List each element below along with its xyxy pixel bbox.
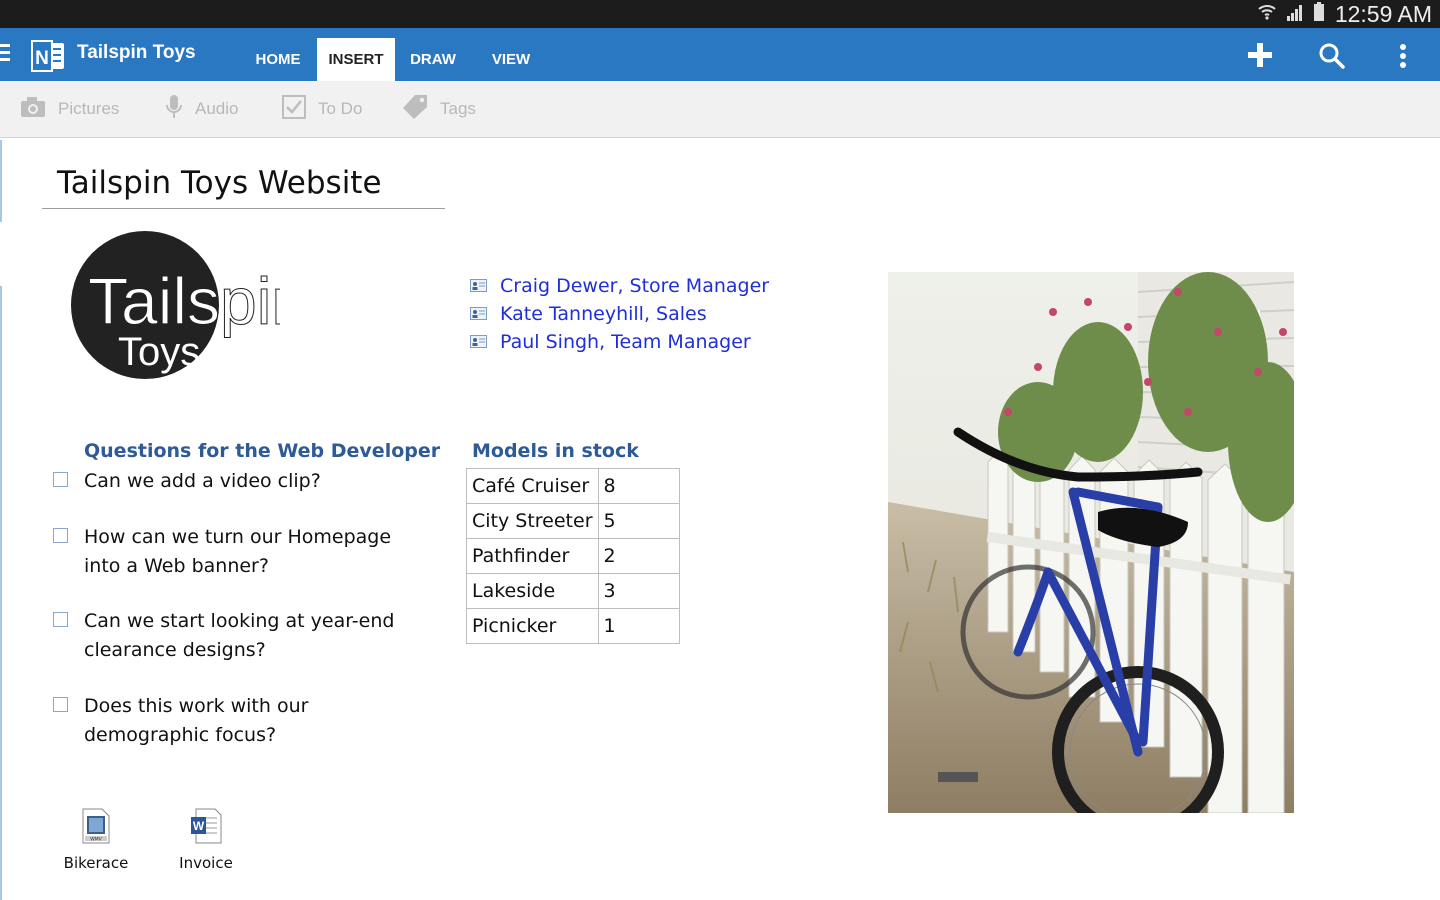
wmv-file-icon: WMV: [81, 808, 111, 848]
onenote-logo-icon: N: [30, 40, 66, 76]
todo-text[interactable]: Can we add a video clip?: [84, 467, 424, 496]
attachment-invoice[interactable]: W Invoice: [156, 808, 256, 872]
table-row: Picnicker 1: [466, 608, 680, 644]
title-divider: [42, 208, 445, 209]
pictures-label: Pictures: [58, 99, 120, 118]
contact-name[interactable]: Kate Tanneyhill, Sales: [500, 303, 707, 325]
insert-pictures-button[interactable]: Pictures: [20, 81, 119, 137]
status-bar: 12:59 AM: [0, 0, 1440, 28]
more-vertical-icon[interactable]: [1398, 42, 1408, 74]
logo-text-tailspin: Tailspin: [88, 264, 280, 338]
contact-link[interactable]: Craig Dewer, Store Manager: [470, 275, 769, 297]
status-icons: 12:59 AM: [1257, 0, 1432, 28]
tab-insert[interactable]: INSERT: [317, 38, 395, 81]
quantity-cell[interactable]: 2: [597, 538, 680, 574]
attachment-bikerace[interactable]: WMV Bikerace: [46, 808, 146, 872]
contact-name[interactable]: Paul Singh, Team Manager: [500, 331, 751, 353]
stock-table: Café Cruiser 8 City Streeter 5 Pathfinde…: [466, 468, 680, 644]
todo-checkbox[interactable]: [53, 472, 68, 487]
page-edge-marker: [0, 286, 2, 900]
model-name-cell[interactable]: City Streeter: [466, 503, 599, 539]
quantity-cell[interactable]: 8: [597, 468, 680, 504]
stock-heading: Models in stock: [472, 440, 639, 462]
notebook-title: Tailspin Toys: [77, 42, 196, 63]
svg-text:N: N: [35, 48, 49, 69]
todo-text[interactable]: Can we start looking at year-end clearan…: [84, 607, 424, 665]
model-name-cell[interactable]: Café Cruiser: [466, 468, 599, 504]
attachment-label: Bikerace: [63, 854, 129, 872]
app-bar: N Tailspin Toys HOME INSERT DRAW VIEW: [0, 28, 1440, 81]
page-edge-marker: [0, 140, 2, 222]
contact-card-icon: [470, 333, 487, 352]
insert-todo-button[interactable]: To Do: [282, 81, 362, 137]
insert-tags-button[interactable]: Tags: [402, 81, 476, 137]
insert-audio-button[interactable]: Audio: [165, 81, 238, 137]
attachment-label: Invoice: [179, 854, 233, 872]
tab-draw[interactable]: DRAW: [397, 38, 469, 81]
todo-text[interactable]: Does this work with our demographic focu…: [84, 692, 424, 750]
todo-label: To Do: [318, 99, 363, 118]
insert-ribbon: Pictures Audio To Do Tags: [0, 81, 1440, 138]
word-doc-icon: W: [190, 808, 222, 848]
menu-icon[interactable]: [0, 44, 10, 65]
contact-link[interactable]: Paul Singh, Team Manager: [470, 331, 751, 353]
table-row: City Streeter 5: [466, 503, 680, 539]
quantity-cell[interactable]: 5: [597, 503, 680, 539]
todo-checkbox[interactable]: [53, 612, 68, 627]
contact-name[interactable]: Craig Dewer, Store Manager: [500, 275, 769, 297]
tailspin-toys-logo: Tailspin Toys: [70, 230, 309, 386]
svg-text:W: W: [193, 819, 205, 833]
battery-icon: [1313, 2, 1325, 26]
questions-heading: Questions for the Web Developer: [84, 440, 441, 462]
signal-icon: [1285, 2, 1305, 26]
tag-icon: [402, 94, 428, 125]
model-name-cell[interactable]: Pathfinder: [466, 538, 599, 574]
page-title[interactable]: Tailspin Toys Website: [57, 165, 382, 201]
checkbox-icon: [282, 94, 306, 124]
logo-text-toys: Toys: [118, 330, 200, 374]
contact-link[interactable]: Kate Tanneyhill, Sales: [470, 303, 707, 325]
quantity-cell[interactable]: 1: [597, 608, 680, 644]
microphone-icon: [165, 94, 183, 125]
contact-card-icon: [470, 277, 487, 296]
table-row: Café Cruiser 8: [466, 468, 680, 504]
tab-view[interactable]: VIEW: [476, 38, 546, 81]
todo-checkbox[interactable]: [53, 697, 68, 712]
todo-text[interactable]: How can we turn our Homepage into a Web …: [84, 523, 424, 581]
todo-checkbox[interactable]: [53, 528, 68, 543]
audio-label: Audio: [195, 99, 239, 118]
quantity-cell[interactable]: 3: [597, 573, 680, 609]
svg-text:WMV: WMV: [90, 837, 102, 843]
wifi-icon: [1257, 2, 1277, 26]
table-row: Lakeside 3: [466, 573, 680, 609]
table-row: Pathfinder 2: [466, 538, 680, 574]
status-time: 12:59 AM: [1334, 0, 1432, 27]
search-icon[interactable]: [1318, 42, 1346, 74]
camera-icon: [20, 96, 46, 123]
tags-label: Tags: [440, 99, 476, 118]
tab-home[interactable]: HOME: [240, 38, 316, 81]
model-name-cell[interactable]: Lakeside: [466, 573, 599, 609]
bicycle-photo[interactable]: [888, 272, 1294, 813]
contact-card-icon: [470, 305, 487, 324]
model-name-cell[interactable]: Picnicker: [466, 608, 599, 644]
plus-icon[interactable]: [1247, 42, 1273, 72]
